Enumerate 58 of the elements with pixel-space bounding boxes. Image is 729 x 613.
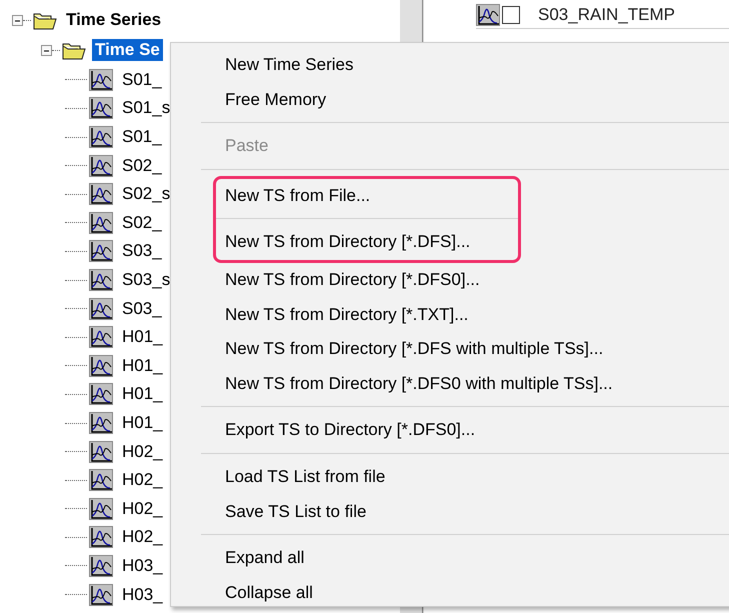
tree-item[interactable]: H01_ [119, 326, 166, 348]
tree-item[interactable]: Time Series [63, 9, 164, 32]
chart-icon [89, 269, 113, 292]
chart-icon [89, 554, 113, 577]
chart-icon [89, 240, 113, 262]
collapse-toggle[interactable] [12, 14, 23, 26]
chart-icon [89, 354, 113, 377]
tree-item[interactable]: Time Se [92, 39, 163, 62]
chart-icon [89, 440, 113, 463]
menu-item[interactable]: New TS from Directory [*.DFS]... [216, 225, 518, 260]
tree-item[interactable]: H01_ [119, 383, 166, 406]
series-name: S03_RAIN_TEMP [538, 5, 675, 25]
menu-item[interactable]: Expand all [171, 541, 729, 576]
chart-icon [476, 4, 500, 26]
chart-icon [89, 383, 113, 406]
menu-item[interactable]: New TS from Directory [*.DFS0]... [171, 262, 729, 298]
chart-icon [89, 469, 113, 492]
chart-icon [89, 212, 113, 234]
chart-icon [89, 68, 113, 91]
chart-icon [89, 97, 113, 120]
tree-item[interactable]: S02_ [119, 154, 165, 177]
tree-item[interactable]: H02_ [119, 498, 166, 520]
tree-item[interactable]: H02_ [119, 440, 166, 463]
checkbox[interactable] [502, 6, 520, 24]
menu-item[interactable]: New TS from File... [216, 178, 518, 214]
menu-item[interactable]: New Time Series [171, 48, 729, 83]
tree-item[interactable]: S02_s [119, 183, 174, 206]
menu-item[interactable]: Load TS List from file [171, 460, 729, 495]
tree-item[interactable]: S03_ [119, 240, 165, 262]
tree-item[interactable]: S01_ [119, 126, 165, 148]
chart-icon [89, 183, 113, 206]
menu-item[interactable]: Save TS List to file [171, 494, 729, 530]
chart-icon [89, 326, 113, 348]
tree-item[interactable]: S02_ [119, 212, 165, 234]
tree-item[interactable]: S03_ [119, 298, 165, 320]
chart-icon [89, 498, 113, 520]
menu-item[interactable]: Export TS to Directory [*.DFS0]... [171, 413, 729, 448]
menu-item[interactable]: New TS from Directory [*.DFS0 with multiple TSs]... [171, 366, 729, 402]
menu-item[interactable]: New TS from Directory [*.DFS with multiple TSs]... [171, 332, 729, 367]
tree-item[interactable]: S01_ [119, 68, 165, 91]
tree-item[interactable]: H02_ [119, 469, 166, 492]
menu-item[interactable]: Collapse all [171, 576, 729, 610]
chart-icon [89, 126, 113, 148]
tree-item[interactable]: S01_s [119, 97, 174, 120]
tree-item[interactable]: H02_ [119, 526, 166, 548]
menu-item[interactable]: Free Memory [171, 82, 729, 118]
chart-icon [89, 526, 113, 548]
chart-icon [89, 412, 113, 434]
tree-item[interactable]: H01_ [119, 412, 166, 434]
chart-icon [89, 584, 113, 606]
chart-icon [89, 154, 113, 177]
tree-item[interactable]: H03_ [119, 584, 166, 606]
tree-item[interactable]: S03_s [119, 269, 174, 292]
tree-item[interactable]: H01_ [119, 354, 166, 377]
tree-item[interactable]: H03_ [119, 554, 166, 577]
chart-icon [89, 298, 113, 320]
collapse-toggle[interactable] [41, 44, 52, 56]
menu-item[interactable]: New TS from Directory [*.TXT]... [171, 298, 729, 332]
